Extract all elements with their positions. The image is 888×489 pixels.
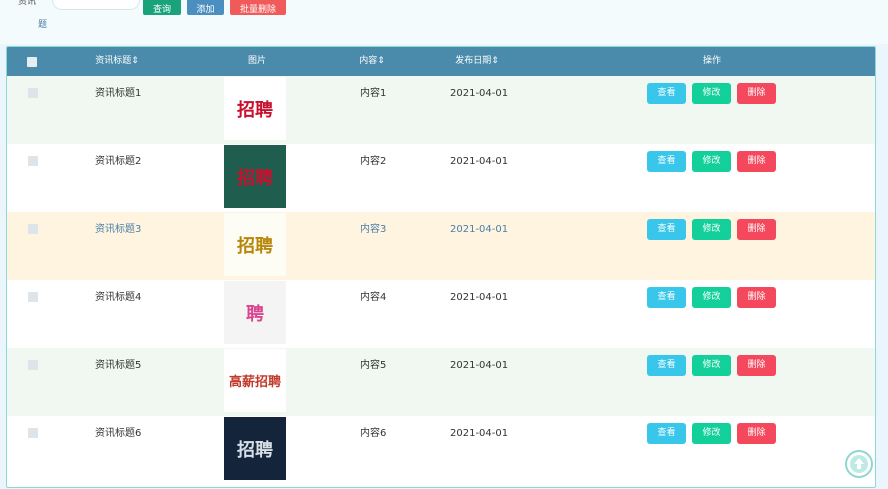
row-thumbnail: 招聘 bbox=[224, 145, 286, 208]
row-date: 2021-04-01 bbox=[450, 156, 509, 167]
view-button[interactable]: 查看 bbox=[647, 83, 686, 104]
row-thumbnail: 高薪招聘 bbox=[224, 349, 286, 412]
row-checkbox[interactable] bbox=[28, 224, 38, 234]
arrow-up-icon bbox=[850, 455, 868, 473]
view-button[interactable]: 查看 bbox=[647, 423, 686, 444]
edit-button[interactable]: 修改 bbox=[692, 151, 731, 172]
thumbnail-text: 聘 bbox=[246, 303, 264, 325]
filter-label: 资讯 bbox=[18, 0, 37, 7]
edit-button[interactable]: 修改 bbox=[692, 83, 731, 104]
header-title[interactable]: 资讯标题⇕ bbox=[67, 47, 167, 76]
row-thumbnail: 招聘 bbox=[224, 77, 286, 140]
row-date: 2021-04-01 bbox=[450, 88, 509, 99]
view-button[interactable]: 查看 bbox=[647, 287, 686, 308]
row-content: 内容2 bbox=[360, 156, 387, 167]
delete-button[interactable]: 删除 bbox=[737, 423, 776, 444]
thumbnail-text: 招聘 bbox=[237, 99, 273, 121]
row-thumbnail: 招聘 bbox=[224, 417, 286, 480]
table-row[interactable]: 资讯标题1 招聘 内容1 2021-04-01 查看 修改 删除 bbox=[7, 76, 875, 144]
row-checkbox[interactable] bbox=[28, 156, 38, 166]
header-content[interactable]: 内容⇕ bbox=[342, 47, 402, 76]
row-date: 2021-04-01 bbox=[450, 292, 509, 303]
view-button[interactable]: 查看 bbox=[647, 355, 686, 376]
row-date: 2021-04-01 bbox=[450, 360, 509, 371]
view-button[interactable]: 查看 bbox=[647, 219, 686, 240]
search-input[interactable] bbox=[52, 0, 140, 10]
header-date[interactable]: 发布日期⇕ bbox=[432, 47, 522, 76]
delete-button[interactable]: 删除 bbox=[737, 151, 776, 172]
filter-label-tail: 题 bbox=[38, 20, 48, 30]
row-checkbox[interactable] bbox=[28, 360, 38, 370]
delete-button[interactable]: 删除 bbox=[737, 355, 776, 376]
row-content: 内容5 bbox=[360, 360, 387, 371]
row-content: 内容1 bbox=[360, 88, 387, 99]
header-actions: 操作 bbox=[702, 56, 721, 66]
search-button[interactable]: 查询 bbox=[143, 0, 181, 15]
row-checkbox[interactable] bbox=[28, 88, 38, 98]
row-title: 资讯标题1 bbox=[95, 88, 142, 99]
row-content: 内容6 bbox=[360, 428, 387, 439]
delete-button[interactable]: 删除 bbox=[737, 287, 776, 308]
row-checkbox[interactable] bbox=[28, 428, 38, 438]
row-title: 资讯标题6 bbox=[95, 428, 142, 439]
filter-bar: 资讯 题 查询 添加 批量删除 bbox=[0, 0, 888, 44]
row-title: 资讯标题5 bbox=[95, 360, 142, 371]
delete-button[interactable]: 删除 bbox=[737, 83, 776, 104]
table-header: 资讯标题⇕ 图片 内容⇕ 发布日期⇕ 操作 bbox=[7, 47, 875, 76]
row-thumbnail: 招聘 bbox=[224, 213, 286, 276]
header-image: 图片 bbox=[247, 56, 266, 66]
edit-button[interactable]: 修改 bbox=[692, 219, 731, 240]
row-title: 资讯标题4 bbox=[95, 292, 142, 303]
select-all-checkbox[interactable] bbox=[27, 57, 37, 67]
row-title: 资讯标题3 bbox=[95, 224, 142, 235]
row-content: 内容3 bbox=[360, 224, 387, 235]
row-thumbnail: 聘 bbox=[224, 281, 286, 344]
row-checkbox[interactable] bbox=[28, 292, 38, 302]
batch-delete-button[interactable]: 批量删除 bbox=[230, 0, 286, 15]
news-table: 资讯标题⇕ 图片 内容⇕ 发布日期⇕ 操作 资讯标题1 招聘 内容1 2021-… bbox=[6, 46, 876, 488]
row-date: 2021-04-01 bbox=[450, 428, 509, 439]
thumbnail-text: 高薪招聘 bbox=[228, 375, 281, 390]
row-content: 内容4 bbox=[360, 292, 387, 303]
table-row[interactable]: 资讯标题2 招聘 内容2 2021-04-01 查看 修改 删除 bbox=[7, 144, 875, 212]
table-row[interactable]: 资讯标题4 聘 内容4 2021-04-01 查看 修改 删除 bbox=[7, 280, 875, 348]
add-button[interactable]: 添加 bbox=[187, 0, 224, 15]
row-date: 2021-04-01 bbox=[450, 224, 509, 235]
table-row[interactable]: 资讯标题3 招聘 内容3 2021-04-01 查看 修改 删除 bbox=[7, 212, 875, 280]
row-title: 资讯标题2 bbox=[95, 156, 142, 167]
thumbnail-text: 招聘 bbox=[237, 235, 273, 257]
table-row[interactable]: 资讯标题6 招聘 内容6 2021-04-01 查看 修改 删除 bbox=[7, 416, 875, 484]
view-button[interactable]: 查看 bbox=[647, 151, 686, 172]
back-to-top-button[interactable] bbox=[845, 450, 873, 478]
edit-button[interactable]: 修改 bbox=[692, 355, 731, 376]
edit-button[interactable]: 修改 bbox=[692, 423, 731, 444]
delete-button[interactable]: 删除 bbox=[737, 219, 776, 240]
thumbnail-text: 招聘 bbox=[237, 439, 273, 461]
edit-button[interactable]: 修改 bbox=[692, 287, 731, 308]
thumbnail-text: 招聘 bbox=[237, 167, 273, 189]
table-row[interactable]: 资讯标题5 高薪招聘 内容5 2021-04-01 查看 修改 删除 bbox=[7, 348, 875, 416]
